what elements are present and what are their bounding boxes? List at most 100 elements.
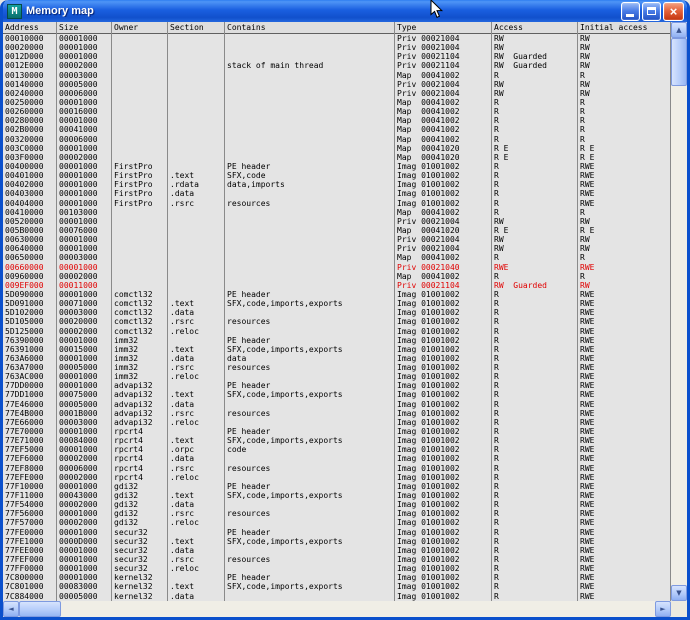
address-cell: 00402000	[3, 180, 57, 189]
table-row[interactable]: 003C000000001000Map 00041020R ER E	[3, 144, 671, 153]
column-header-access[interactable]: Access	[492, 22, 578, 34]
table-row[interactable]: 7C80000000001000kernel32PE headerImag 01…	[3, 573, 671, 582]
table-row[interactable]: 0025000000001000Map 00041002RR	[3, 98, 671, 107]
table-row[interactable]: 0052000000001000Priv 00021004RWRW	[3, 217, 671, 226]
table-row[interactable]: 005B000000076000Map 00041020R ER E	[3, 226, 671, 235]
table-row[interactable]: 7639100000015000imm32.textSFX,code,impor…	[3, 345, 671, 354]
table-row[interactable]: 0026000000016000Map 00041002RR	[3, 107, 671, 116]
table-row[interactable]: 77E6600000003000advapi32.relocImag 01001…	[3, 418, 671, 427]
vertical-scroll-thumb[interactable]	[671, 38, 687, 86]
table-row[interactable]: 0024000000006000Priv 00021004RWRW	[3, 89, 671, 98]
table-row[interactable]: 0012E00000002000stack of main threadPriv…	[3, 61, 671, 70]
table-row[interactable]: 77DD100000075000advapi32.textSFX,code,im…	[3, 390, 671, 399]
table-row[interactable]: 77FF000000001000secur32.relocImag 010010…	[3, 564, 671, 573]
owner-cell: advapi32	[112, 409, 168, 418]
table-row[interactable]: 77EF500000001000rpcrt4.orpccodeImag 0100…	[3, 445, 671, 454]
table-row[interactable]: 0040400000001000FirstPro.rsrcresourcesIm…	[3, 199, 671, 208]
contains-cell	[225, 226, 395, 235]
table-row[interactable]: 763AC00000001000imm32.relocImag 01001002…	[3, 372, 671, 381]
table-row[interactable]: 0002000000001000Priv 00021004RWRW	[3, 43, 671, 52]
contains-cell	[225, 272, 395, 281]
table-row[interactable]: 0065000000003000Map 00041002RR	[3, 253, 671, 262]
table-row[interactable]: 77FE10000000D000secur32.textSFX,code,imp…	[3, 537, 671, 546]
column-header-section[interactable]: Section	[168, 22, 225, 34]
minimize-button[interactable]	[621, 2, 640, 21]
table-row[interactable]: 7C88400000005000kernel32.dataImag 010010…	[3, 592, 671, 601]
table-row[interactable]: 77EFE00000002000rpcrt4.relocImag 0100100…	[3, 473, 671, 482]
access-cell: RW	[492, 244, 578, 253]
column-header-contains[interactable]: Contains	[225, 22, 395, 34]
table-row[interactable]: 77E4600000005000advapi32.dataImag 010010…	[3, 400, 671, 409]
table-row[interactable]: 0040000000001000FirstProPE headerImag 01…	[3, 162, 671, 171]
table-row[interactable]: 763A700000005000imm32.rsrcresourcesImag …	[3, 363, 671, 372]
scroll-right-button[interactable]: ►	[655, 601, 671, 617]
table-row[interactable]: 0040300000001000FirstPro.dataImag 010010…	[3, 189, 671, 198]
titlebar[interactable]: M Memory map ×	[3, 0, 687, 22]
maximize-button[interactable]	[642, 2, 661, 21]
horizontal-scrollbar[interactable]: ◄ ►	[3, 601, 671, 617]
table-row[interactable]: 0001000000001000Priv 00021004RWRW	[3, 34, 671, 43]
table-row[interactable]: 77F5400000002000gdi32.dataImag 01001002R…	[3, 500, 671, 509]
table-row[interactable]: 77E4B0000001B000advapi32.rsrcresourcesIm…	[3, 409, 671, 418]
column-header-owner[interactable]: Owner	[112, 22, 168, 34]
table-row[interactable]: 7C80100000083000kernel32.textSFX,code,im…	[3, 582, 671, 591]
table-row[interactable]: 77EF600000002000rpcrt4.dataImag 01001002…	[3, 454, 671, 463]
type-cell: Priv 00021004	[395, 244, 492, 253]
column-header-size[interactable]: Size	[57, 22, 112, 34]
table-row[interactable]: 77FEE00000001000secur32.dataImag 0100100…	[3, 546, 671, 555]
table-row[interactable]: 0013000000003000Map 00041002RR	[3, 71, 671, 80]
table-row[interactable]: 009EF00000011000Priv 00021104RW GuardedR…	[3, 281, 671, 290]
scroll-down-button[interactable]: ▼	[671, 585, 687, 601]
table-row[interactable]: 77F5600000001000gdi32.rsrcresourcesImag …	[3, 509, 671, 518]
size-cell: 00011000	[57, 281, 112, 290]
owner-cell: rpcrt4	[112, 445, 168, 454]
horizontal-scroll-thumb[interactable]	[19, 601, 61, 617]
access-cell: R	[492, 336, 578, 345]
table-row[interactable]: 0014000000005000Priv 00021004RWRW	[3, 80, 671, 89]
table-row[interactable]: 0040100000001000FirstPro.textSFX,codeIma…	[3, 171, 671, 180]
table-row[interactable]: 77F1100000043000gdi32.textSFX,code,impor…	[3, 491, 671, 500]
table-row[interactable]: 0040200000001000FirstPro.rdatadata,impor…	[3, 180, 671, 189]
table-row[interactable]: 0064000000001000Priv 00021004RWRW	[3, 244, 671, 253]
table-row[interactable]: 5D09100000071000comctl32.textSFX,code,im…	[3, 299, 671, 308]
table-row[interactable]: 77FE000000001000secur32PE headerImag 010…	[3, 528, 671, 537]
table-row[interactable]: 002B000000041000Map 00041002RR	[3, 125, 671, 134]
column-header-initial-access[interactable]: Initial access	[578, 22, 671, 34]
table-row[interactable]: 5D12500000002000comctl32.relocImag 01001…	[3, 327, 671, 336]
table-row[interactable]: 0063000000001000Priv 00021004RWRW	[3, 235, 671, 244]
table-row[interactable]: 5D10500000020000comctl32.rsrcresourcesIm…	[3, 317, 671, 326]
table-row[interactable]: 003F000000002000Map 00041020R ER E	[3, 153, 671, 162]
table-row[interactable]: 77FEF00000001000secur32.rsrcresourcesIma…	[3, 555, 671, 564]
column-header-address[interactable]: Address	[3, 22, 57, 34]
initial-cell: R E	[578, 153, 671, 162]
scroll-left-button[interactable]: ◄	[3, 601, 19, 617]
table-row[interactable]: 0041000000103000Map 00041002RR	[3, 208, 671, 217]
table-row[interactable]: 77E7000000001000rpcrt4PE headerImag 0100…	[3, 427, 671, 436]
table-row[interactable]: 77F5700000002000gdi32.relocImag 01001002…	[3, 518, 671, 527]
table-row[interactable]: 0096000000002000Map 00041002RR	[3, 272, 671, 281]
close-button[interactable]: ×	[663, 2, 684, 21]
table-row[interactable]: 0066000000001000Priv 00021040RWERWE	[3, 263, 671, 272]
table-row[interactable]: 0012D00000001000Priv 00021104RW GuardedR…	[3, 52, 671, 61]
table-row[interactable]: 77DD000000001000advapi32PE headerImag 01…	[3, 381, 671, 390]
table-row[interactable]: 7639000000001000imm32PE headerImag 01001…	[3, 336, 671, 345]
table-row[interactable]: 0032000000006000Map 00041002RR	[3, 135, 671, 144]
initial-cell: RWE	[578, 263, 671, 272]
table-row[interactable]: 5D10200000003000comctl32.dataImag 010010…	[3, 308, 671, 317]
type-cell: Imag 01001002	[395, 390, 492, 399]
table-row[interactable]: 77F1000000001000gdi32PE headerImag 01001…	[3, 482, 671, 491]
horizontal-scroll-track[interactable]	[19, 601, 655, 617]
table-row[interactable]: 763A600000001000imm32.datadataImag 01001…	[3, 354, 671, 363]
table-row[interactable]: 5D09000000001000comctl32PE headerImag 01…	[3, 290, 671, 299]
table-row[interactable]: 77E7100000084000rpcrt4.textSFX,code,impo…	[3, 436, 671, 445]
column-header-type[interactable]: Type	[395, 22, 492, 34]
initial-cell: R E	[578, 226, 671, 235]
vertical-scroll-track[interactable]	[671, 38, 687, 585]
type-cell: Imag 01001002	[395, 546, 492, 555]
vertical-scrollbar[interactable]: ▲ ▼	[671, 22, 687, 601]
contains-cell: SFX,code,imports,exports	[225, 491, 395, 500]
scroll-up-button[interactable]: ▲	[671, 22, 687, 38]
table-row[interactable]: 0028000000001000Map 00041002RR	[3, 116, 671, 125]
table-row[interactable]: 77EF800000006000rpcrt4.rsrcresourcesImag…	[3, 464, 671, 473]
section-cell: .rsrc	[168, 199, 225, 208]
